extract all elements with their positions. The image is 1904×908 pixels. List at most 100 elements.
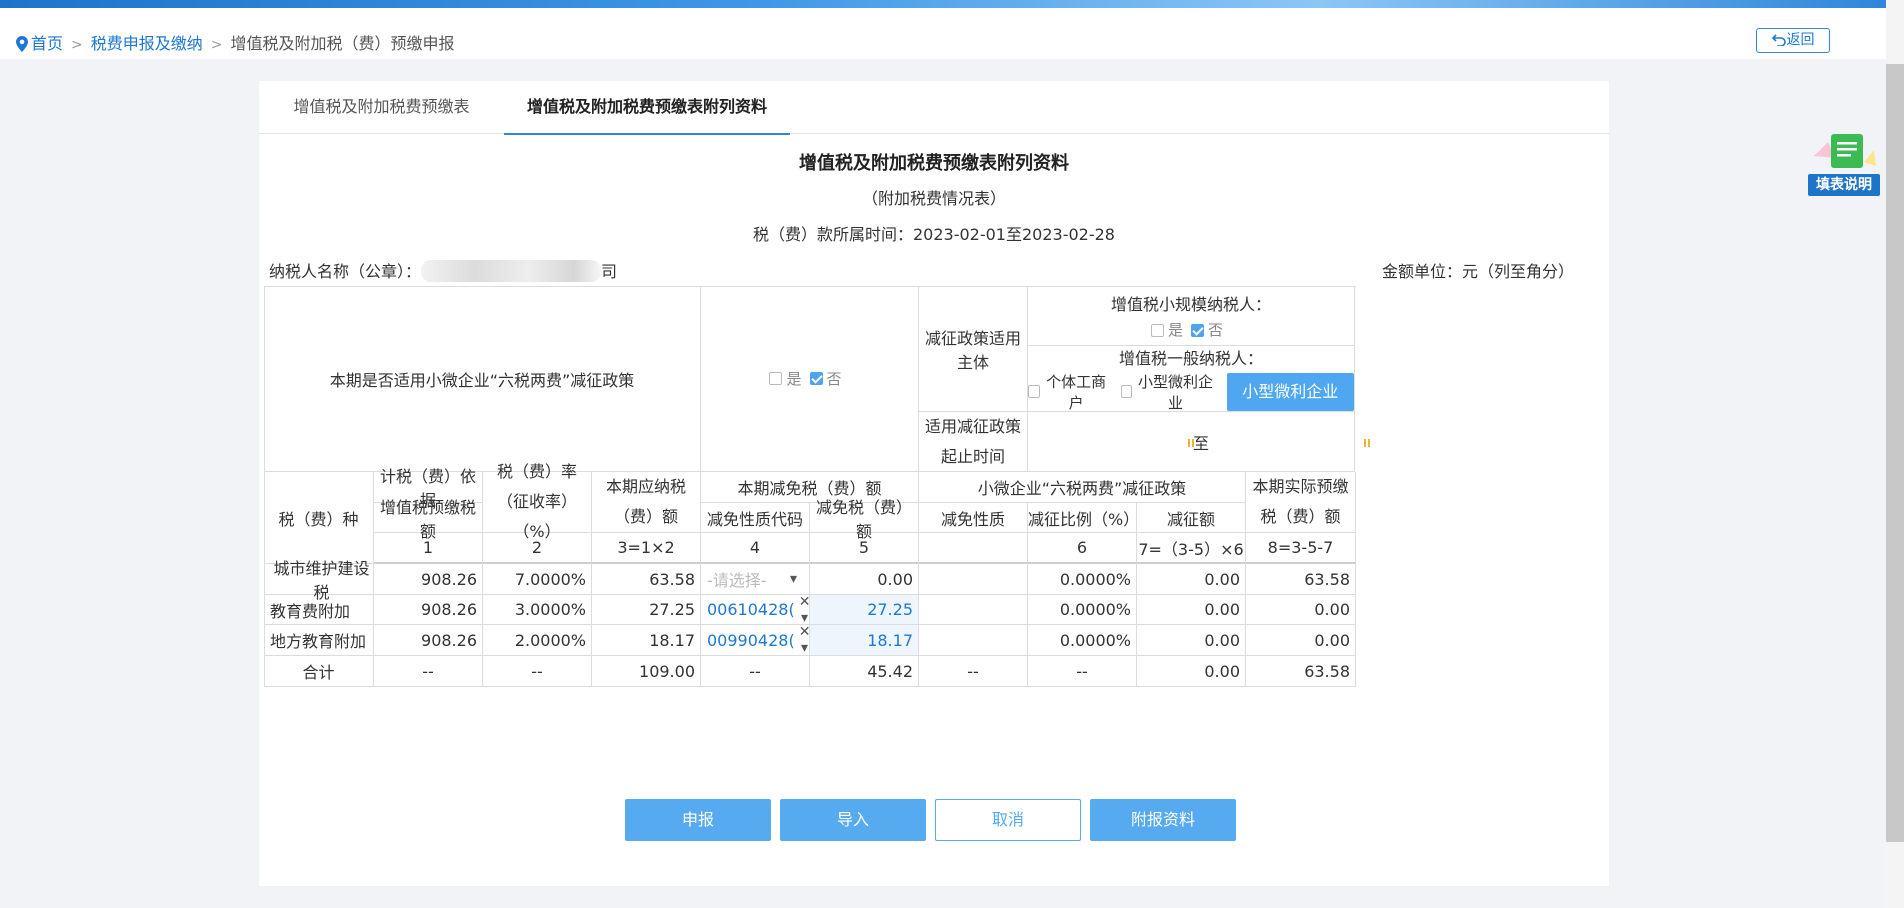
document-icon (1814, 134, 1876, 168)
row-actual: 63.58 (1246, 564, 1356, 595)
col-num: 8=3-5-7 (1246, 533, 1356, 564)
row-reduce: 0.00 (1137, 625, 1246, 656)
back-button-label: 返回 (1786, 32, 1815, 48)
header-six-two: 小微企业“六税两费”减征政策 (919, 472, 1246, 503)
row-ratio: 0.0000% (1028, 625, 1137, 656)
tax-period: 税（费）款所属时间：2023-02-01至2023-02-28 (753, 225, 1115, 244)
policy-no-checkbox[interactable] (809, 372, 823, 385)
row-basis: 908.26 (374, 625, 483, 656)
row-reduction-amount: 0.00 (810, 564, 919, 595)
surcharge-table: 本期是否适用小微企业“六税两费”减征政策 是 否 减征政策适用主体 增值税小规模… (264, 286, 1588, 772)
row-payable: 63.58 (592, 564, 701, 595)
total-rate: -- (483, 656, 592, 687)
location-pin-icon (16, 36, 28, 56)
row-tax-name: 城市维护建设税 (264, 559, 374, 602)
row-actual: 0.00 (1246, 625, 1356, 656)
small-scale-yes-checkbox[interactable] (1150, 324, 1164, 337)
scrollbar-thumb[interactable] (1886, 64, 1904, 842)
header-rate: 税（费）率（征收率）（%） (483, 462, 592, 541)
top-banner-strip (0, 0, 1886, 8)
breadcrumb: 首页 > 税费申报及缴纳 > 增值税及附加税（费）预缴申报 (16, 30, 455, 56)
small-scale-no-checkbox[interactable] (1191, 324, 1204, 337)
header-basis-sub: 增值税预缴税额 (374, 498, 483, 541)
reduction-code-value: 00990428( (707, 630, 795, 650)
total-actual: 63.58 (1246, 656, 1356, 687)
total-code: -- (701, 656, 810, 687)
individual-checkbox[interactable] (1028, 385, 1040, 398)
row-nature (919, 595, 1028, 625)
policy-period-range: 至 (1028, 412, 1373, 472)
header-payable: 本期应纳税（费）额 (592, 472, 701, 533)
action-buttons: 申报 导入 取消 附报资料 (259, 799, 1609, 841)
amount-unit: 金额单位：元（列至角分） (1381, 262, 1574, 281)
breadcrumb-separator: > (71, 37, 83, 53)
col-num: 1 (374, 533, 483, 564)
subject-label: 减征政策适用主体 (919, 286, 1028, 412)
taxpayer-name-tail: 司 (601, 262, 618, 281)
reduction-code-select[interactable]: -请选择- ▾ (701, 564, 810, 595)
policy-no-label: 否 (826, 370, 842, 388)
row-reduction-amount-input[interactable]: 27.25 (810, 595, 919, 625)
row-reduce: 0.00 (1137, 595, 1246, 625)
policy-period-label: 适用减征政策起止时间 (919, 412, 1028, 472)
total-reduce: 0.00 (1137, 656, 1246, 687)
top-bar: 首页 > 税费申报及缴纳 > 增值税及附加税（费）预缴申报 返回 (0, 8, 1886, 59)
total-basis: -- (374, 656, 483, 687)
row-tax-name: 教育费附加 (264, 595, 374, 625)
policy-yes-no: 是 否 (701, 286, 919, 472)
header-six-amount: 减征额 (1137, 503, 1246, 533)
clear-and-dropdown-icons[interactable]: ✕ ▾ (799, 594, 811, 626)
back-button[interactable]: 返回 (1756, 28, 1830, 53)
total-reduction-amount: 45.42 (810, 656, 919, 687)
row-reduce: 0.00 (1137, 564, 1246, 595)
header-actual: 本期实际预缴税（费）额 (1246, 472, 1356, 533)
breadcrumb-tax-filing-link[interactable]: 税费申报及缴纳 (91, 34, 203, 53)
row-rate: 2.0000% (483, 625, 592, 656)
small-scale-no-label: 否 (1208, 321, 1224, 339)
small-scale-label: 增值税小规模纳税人： (1110, 295, 1271, 314)
submit-button[interactable]: 申报 (625, 799, 771, 841)
breadcrumb-home-link[interactable]: 首页 (31, 34, 63, 53)
cancel-button[interactable]: 取消 (935, 799, 1081, 841)
tab-prepayment-form[interactable]: 增值税及附加税费预缴表 (259, 81, 504, 133)
form-title: 增值税及附加税费预缴表附列资料 (799, 153, 1069, 174)
header-six-nature: 减免性质 (919, 503, 1028, 533)
col-num: 2 (483, 533, 592, 564)
policy-yes-checkbox[interactable] (769, 372, 783, 385)
clear-and-dropdown-icons[interactable]: ✕ ▾ (799, 624, 811, 656)
total-label: 合计 (264, 656, 374, 687)
col-num: 5 (810, 533, 919, 564)
row-reduction-amount-input[interactable]: 18.17 (810, 625, 919, 656)
col-num (919, 533, 1028, 564)
row-rate: 7.0000% (483, 564, 592, 595)
reduction-code-select[interactable]: 00610428(✕ ▾ (701, 594, 811, 626)
breadcrumb-current: 增值税及附加税（费）预缴申报 (230, 34, 455, 53)
tab-attached-materials[interactable]: 增值税及附加税费预缴表附列资料 (504, 81, 790, 135)
individual-label: 个体工商户 (1046, 372, 1107, 412)
row-basis: 908.26 (374, 595, 483, 625)
col-num: 3=1×2 (592, 533, 701, 564)
small-micro-standard-button[interactable]: 小型微利企业标准 (1226, 372, 1354, 439)
form-subtitle: （附加税费情况表） (861, 189, 1006, 208)
col-num: 6 (1028, 533, 1137, 564)
policy-question: 本期是否适用小微企业“六税两费”减征政策 (264, 286, 701, 472)
breadcrumb-separator: > (210, 37, 223, 53)
row-ratio: 0.0000% (1028, 564, 1137, 595)
row-nature (919, 625, 1028, 656)
attach-materials-button[interactable]: 附报资料 (1090, 799, 1236, 841)
tab-bar: 增值税及附加税费预缴表 增值税及附加税费预缴表附列资料 (259, 81, 1609, 135)
small-micro-checkbox[interactable] (1120, 385, 1133, 398)
help-instructions-button[interactable]: 填表说明 (1806, 132, 1882, 198)
dropdown-arrow-icon[interactable]: ▾ (790, 571, 797, 587)
general-label: 增值税一般纳税人： (1118, 348, 1263, 368)
row-payable: 27.25 (592, 595, 701, 625)
header-tax-type: 税（费）种 (264, 472, 374, 564)
total-ratio: -- (1028, 656, 1137, 687)
import-button[interactable]: 导入 (780, 799, 926, 841)
reduction-code-select[interactable]: 00990428( ✕ ▾ (701, 624, 811, 656)
reduction-code-placeholder: -请选择- (707, 571, 767, 590)
row-tax-name: 地方教育附加 (264, 625, 374, 656)
back-arrow-icon (1771, 34, 1786, 47)
redacted-name (421, 260, 602, 282)
small-scale-yes-label: 是 (1167, 321, 1183, 339)
